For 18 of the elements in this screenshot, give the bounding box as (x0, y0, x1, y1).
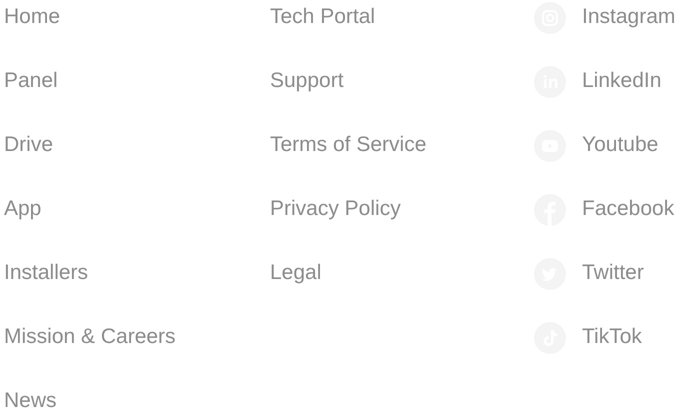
social-link[interactable]: LinkedIn (582, 66, 662, 96)
social-link[interactable]: TikTok (582, 322, 642, 352)
footer-link[interactable]: Panel (4, 66, 270, 130)
social-link[interactable]: Instagram (582, 2, 676, 32)
footer-link[interactable]: News (4, 386, 270, 418)
social-link[interactable]: Youtube (582, 130, 658, 160)
footer-link[interactable]: Home (4, 2, 270, 66)
footer-link[interactable]: Privacy Policy (270, 194, 534, 258)
footer-link[interactable]: App (4, 194, 270, 258)
social-link[interactable]: Facebook (582, 194, 674, 224)
footer-link[interactable]: Mission & Careers (4, 322, 270, 386)
social-link[interactable]: Twitter (582, 258, 644, 288)
footer-link[interactable]: Support (270, 66, 534, 130)
footer-link[interactable]: Tech Portal (270, 2, 534, 66)
footer-link[interactable]: Terms of Service (270, 130, 534, 194)
footer-link[interactable]: Legal (270, 258, 534, 322)
footer-link[interactable]: Installers (4, 258, 270, 322)
footer-link[interactable]: Drive (4, 130, 270, 194)
